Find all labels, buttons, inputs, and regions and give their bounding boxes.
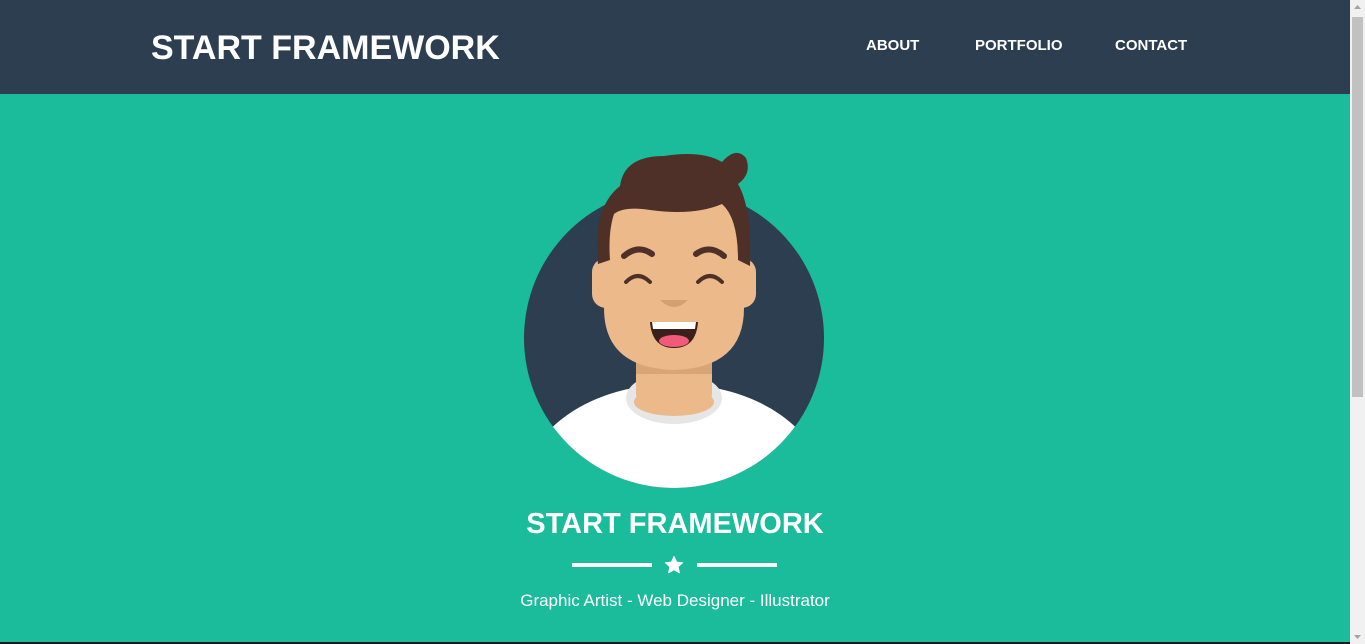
smiling-man-avatar-icon — [524, 152, 824, 488]
nav-link-about[interactable]: ABOUT — [866, 36, 919, 56]
nav-link-contact[interactable]: CONTACT — [1115, 36, 1187, 56]
scroll-up-arrow-icon[interactable] — [1350, 0, 1365, 15]
scroll-down-arrow-icon[interactable] — [1350, 629, 1365, 644]
page: START FRAMEWORK ABOUT PORTFOLIO CONTACT — [0, 0, 1365, 644]
nav-link-portfolio[interactable]: PORTFOLIO — [975, 36, 1063, 56]
brand-link[interactable]: START FRAMEWORK — [151, 26, 500, 70]
masthead-subheading: Graphic Artist - Web Designer - Illustra… — [520, 591, 830, 610]
masthead-heading: START FRAMEWORK — [526, 508, 824, 540]
navbar: START FRAMEWORK ABOUT PORTFOLIO CONTACT — [0, 0, 1350, 94]
star-icon — [664, 556, 684, 574]
scrollbar-thumb[interactable] — [1352, 17, 1363, 397]
divider-line-right — [697, 563, 777, 567]
divider-line-left — [572, 563, 652, 567]
vertical-scrollbar[interactable] — [1350, 0, 1365, 644]
